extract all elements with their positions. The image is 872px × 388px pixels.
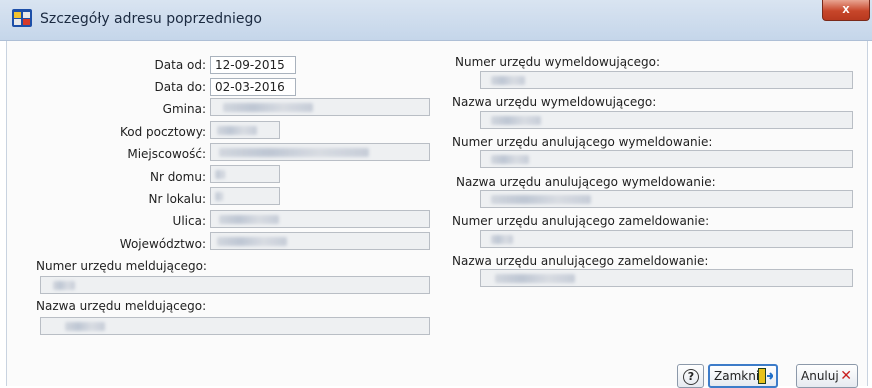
dialog-window: Szczegóły adresu poprzedniego x Data od:…	[0, 0, 872, 388]
redacted-value	[491, 195, 591, 204]
nr-lokalu-field[interactable]	[210, 187, 280, 205]
nazwa-urzedu-anulujacego-wymeldowanie-label: Nazwa urzędu anulującego wymeldowanie:	[456, 175, 716, 189]
wojewodztwo-label: Województwo:	[119, 237, 206, 251]
kod-pocztowy-label: Kod pocztowy:	[119, 125, 206, 139]
cancel-x-icon: ✕	[840, 368, 852, 384]
help-icon: ?	[683, 369, 699, 385]
ulica-field[interactable]	[210, 210, 430, 228]
nazwa-urzedu-anulujacego-wymeldowanie-field[interactable]	[480, 190, 853, 208]
redacted-value	[491, 76, 525, 85]
nr-lokalu-label: Nr lokalu:	[148, 192, 206, 206]
miejscowosc-label: Miejscowość:	[127, 147, 206, 161]
data-od-field[interactable]: 12-09-2015	[210, 56, 296, 74]
data-do-field[interactable]: 02-03-2016	[210, 78, 296, 96]
window-app-icon	[12, 9, 32, 27]
numer-urzedu-wymeldowujacego-field[interactable]	[480, 71, 853, 89]
anuluj-button[interactable]: Anuluj ✕	[796, 364, 858, 388]
zamknij-label: Zamknij	[714, 369, 763, 383]
nazwa-urzedu-wymeldowujacego-label: Nazwa urzędu wymeldowującego:	[452, 95, 657, 109]
redacted-value	[491, 235, 513, 244]
numer-urzedu-anulujacego-zameldowanie-label: Numer urzędu anulującego zameldowanie:	[452, 214, 710, 228]
numer-urzedu-wymeldowujacego-label: Numer urzędu wymeldowującego:	[455, 55, 661, 69]
kod-pocztowy-field[interactable]	[210, 121, 280, 139]
miejscowosc-field[interactable]	[210, 143, 430, 161]
nr-domu-field[interactable]	[210, 165, 280, 183]
numer-urzedu-meldujacego-field[interactable]	[40, 276, 430, 294]
numer-urzedu-meldujacego-label: Numer urzędu meldującego:	[36, 259, 207, 273]
nazwa-urzedu-anulujacego-zameldowanie-label: Nazwa urzędu anulującego zameldowanie:	[452, 254, 709, 268]
help-button[interactable]: ?	[677, 364, 704, 388]
nazwa-urzedu-anulujacego-zameldowanie-field[interactable]	[480, 269, 853, 287]
numer-urzedu-anulujacego-wymeldowanie-field[interactable]	[480, 150, 853, 168]
nazwa-urzedu-meldujacego-label: Nazwa urzędu meldującego:	[36, 299, 207, 313]
numer-urzedu-anulujacego-zameldowanie-field[interactable]	[480, 230, 853, 248]
redacted-value	[217, 237, 287, 246]
anuluj-label: Anuluj	[801, 369, 839, 383]
gmina-label: Gmina:	[162, 102, 206, 116]
gmina-field[interactable]	[210, 98, 430, 116]
redacted-value	[219, 148, 369, 157]
nr-domu-label: Nr domu:	[149, 170, 206, 184]
data-od-label: Data od:	[154, 58, 206, 72]
title-bar[interactable]: Szczegóły adresu poprzedniego x	[0, 0, 872, 41]
redacted-value	[215, 170, 225, 179]
numer-urzedu-anulujacego-wymeldowanie-label: Numer urzędu anulującego wymeldowanie:	[452, 135, 713, 149]
redacted-value	[53, 281, 75, 290]
redacted-value	[495, 274, 575, 283]
redacted-value	[223, 103, 313, 112]
ulica-label: Ulica:	[172, 214, 206, 228]
redacted-value	[215, 192, 223, 201]
redacted-value	[217, 126, 257, 135]
redacted-value	[491, 116, 541, 125]
window-close-button[interactable]: x	[822, 0, 870, 21]
nazwa-urzedu-wymeldowujacego-field[interactable]	[480, 111, 853, 129]
zamknij-button[interactable]: Zamknij	[708, 364, 778, 388]
data-do-label: Data do:	[154, 80, 206, 94]
redacted-value	[491, 155, 529, 164]
window-title: Szczegóły adresu poprzedniego	[40, 11, 262, 27]
exit-door-icon	[758, 368, 773, 384]
nazwa-urzedu-meldujacego-field[interactable]	[40, 317, 430, 335]
redacted-value	[65, 322, 105, 331]
redacted-value	[219, 215, 279, 224]
wojewodztwo-field[interactable]	[210, 232, 430, 250]
